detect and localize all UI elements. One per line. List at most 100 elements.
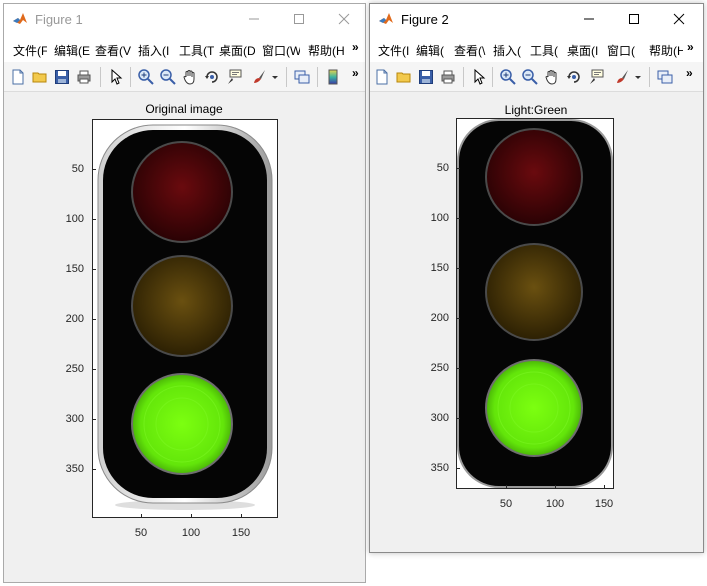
menu-edit[interactable]: 编辑(E (54, 42, 90, 59)
brush-dropdown-icon[interactable] (633, 68, 643, 86)
y-tickmark (456, 218, 460, 219)
y-tickmark (456, 418, 460, 419)
y-tick-label: 300 (430, 412, 449, 424)
brush-dropdown-icon[interactable] (270, 68, 280, 86)
y-tick-label: 50 (71, 163, 84, 175)
window-title: Figure 2 (401, 12, 449, 27)
y-tick-label: 200 (65, 313, 84, 325)
menu-overflow-button[interactable]: » (352, 40, 359, 54)
x-tickmark (506, 485, 507, 489)
x-tick-label: 50 (134, 527, 148, 539)
menu-view[interactable]: 查看(V (95, 42, 131, 59)
menu-edit[interactable]: 编辑( (416, 42, 448, 59)
title-bar[interactable]: Figure 2 (370, 4, 703, 34)
brush-icon[interactable] (251, 68, 269, 86)
title-bar[interactable]: Figure 1 (4, 4, 365, 34)
link-plot-icon[interactable] (293, 68, 311, 86)
figure-toolbar: » (370, 62, 703, 92)
plot-title: Light:Green (504, 103, 568, 117)
menu-tools[interactable]: 工具(T (179, 42, 214, 59)
minimize-icon (249, 18, 259, 20)
toolbar-separator (492, 67, 493, 87)
close-button[interactable] (656, 4, 701, 34)
close-icon (673, 13, 685, 25)
y-tickmark (456, 368, 460, 369)
maximize-button[interactable] (276, 4, 321, 34)
figure-window-2[interactable]: Figure 2 文件(I 编辑( 查看(\ 插入( 工具( 桌面(I 窗口( … (369, 3, 704, 553)
menu-insert[interactable]: 插入( (493, 42, 524, 59)
minimize-button[interactable] (566, 4, 611, 34)
save-icon[interactable] (417, 68, 435, 86)
brush-icon[interactable] (614, 68, 632, 86)
pan-hand-icon[interactable] (543, 68, 561, 86)
menu-view[interactable]: 查看(\ (454, 42, 486, 59)
matlab-logo-icon (13, 13, 27, 24)
zoom-out-icon[interactable] (521, 68, 539, 86)
zoom-in-icon[interactable] (499, 68, 517, 86)
matlab-logo-icon (379, 13, 393, 24)
zoom-in-icon[interactable] (137, 68, 155, 86)
maximize-button[interactable] (611, 4, 656, 34)
menu-insert[interactable]: 插入(I (138, 42, 172, 59)
toolbar-separator (463, 67, 464, 87)
data-cursor-icon[interactable] (587, 68, 605, 86)
traffic-light-image (457, 119, 613, 488)
pointer-icon[interactable] (470, 68, 488, 86)
menu-window[interactable]: 窗口( (607, 42, 640, 59)
toolbar-overflow-button[interactable]: » (686, 66, 693, 80)
menu-window[interactable]: 窗口(W (262, 42, 300, 59)
y-tickmark (92, 219, 96, 220)
x-tickmark (141, 514, 142, 518)
y-tickmark (92, 269, 96, 270)
maximize-icon (294, 14, 304, 24)
colorbar-icon[interactable] (324, 68, 342, 86)
menu-file[interactable]: 文件(I (378, 42, 410, 59)
minimize-icon (584, 18, 594, 20)
print-icon[interactable] (439, 68, 457, 86)
y-tickmark (92, 169, 96, 170)
image-axes[interactable] (92, 119, 278, 518)
pointer-icon[interactable] (107, 68, 125, 86)
menu-tools[interactable]: 工具( (530, 42, 561, 59)
menu-help[interactable]: 帮助(H (649, 42, 683, 59)
rotate-3d-icon[interactable] (203, 68, 221, 86)
y-tick-label: 250 (430, 362, 449, 374)
link-plot-icon[interactable] (656, 68, 674, 86)
y-tick-label: 350 (430, 462, 449, 474)
y-tick-label: 150 (430, 262, 449, 274)
save-icon[interactable] (53, 68, 71, 86)
print-icon[interactable] (75, 68, 93, 86)
close-button[interactable] (321, 4, 365, 34)
y-tick-label: 100 (65, 213, 84, 225)
y-tickmark (92, 419, 96, 420)
toolbar-overflow-button[interactable]: » (352, 66, 359, 80)
y-tick-label: 250 (65, 363, 84, 375)
menu-desktop[interactable]: 桌面(I (567, 42, 600, 59)
open-folder-icon[interactable] (31, 68, 49, 86)
menu-bar: 文件(I 编辑( 查看(\ 插入( 工具( 桌面(I 窗口( 帮助(H » (370, 34, 703, 62)
y-tickmark (456, 268, 460, 269)
x-tick-label: 50 (499, 498, 513, 510)
close-icon (338, 13, 350, 25)
data-cursor-icon[interactable] (225, 68, 243, 86)
zoom-out-icon[interactable] (159, 68, 177, 86)
image-axes[interactable] (456, 118, 614, 489)
new-file-icon[interactable] (9, 68, 27, 86)
rotate-3d-icon[interactable] (565, 68, 583, 86)
minimize-button[interactable] (231, 4, 276, 34)
open-folder-icon[interactable] (395, 68, 413, 86)
y-tickmark (92, 369, 96, 370)
menu-file[interactable]: 文件(F (13, 42, 47, 59)
menu-desktop[interactable]: 桌面(D (219, 42, 255, 59)
figure-window-1[interactable]: Figure 1 文件(F 编辑(E 查看(V 插入(I 工具(T 桌面(D 窗… (3, 3, 366, 583)
pan-hand-icon[interactable] (181, 68, 199, 86)
menu-help[interactable]: 帮助(H (308, 42, 346, 59)
new-file-icon[interactable] (373, 68, 391, 86)
menu-overflow-button[interactable]: » (687, 40, 694, 54)
y-tick-label: 150 (65, 263, 84, 275)
plot-title: Original image (145, 102, 223, 116)
y-tickmark (92, 469, 96, 470)
x-tickmark (555, 485, 556, 489)
y-tickmark (456, 468, 460, 469)
y-tickmark (456, 168, 460, 169)
